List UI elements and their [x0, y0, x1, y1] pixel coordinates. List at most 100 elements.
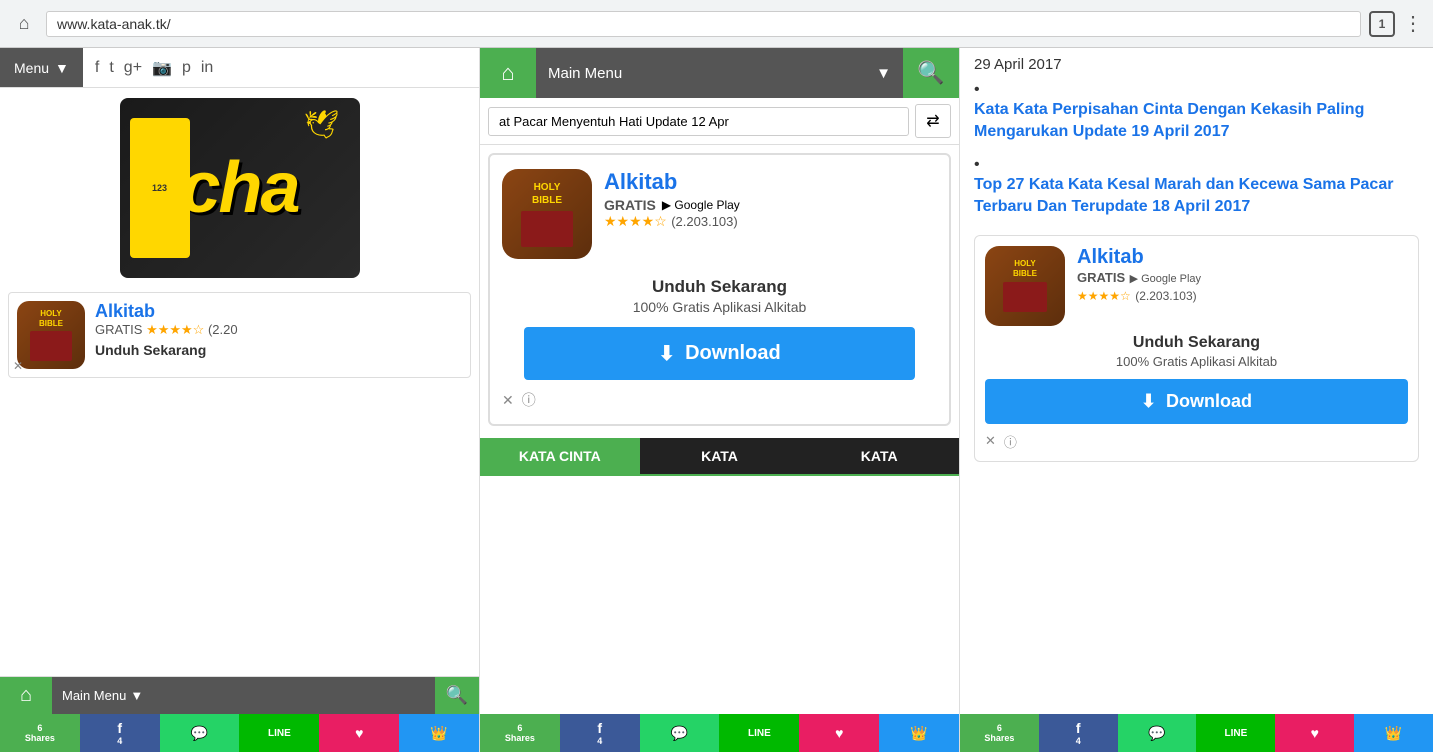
mid-shuffle-button[interactable]: ⇄ — [915, 104, 951, 138]
right-ad-close[interactable]: ✕ — [985, 433, 996, 449]
mid-wa-icon: 💬 — [671, 725, 688, 742]
mid-download-label: Download — [685, 342, 781, 365]
browser-url-bar[interactable] — [46, 11, 1361, 37]
right-share-line[interactable]: LINE — [1196, 714, 1275, 752]
bird-icon: 🕊 — [304, 108, 340, 141]
right-shares-num: 6 — [997, 723, 1002, 733]
mid-tab-kata-cinta[interactable]: KATA CINTA — [480, 438, 640, 474]
mid-share-facebook[interactable]: f 4 — [560, 714, 640, 752]
mid-ad-popup: HOLYBIBLE Alkitab GRATIS ▶ Google Play ★… — [488, 153, 951, 426]
mid-bible-book — [521, 211, 573, 247]
right-share-count: 6 Shares — [960, 714, 1039, 752]
left-panel: Menu ▼ f t g+ 📷 p in 123 cha 🕊 — [0, 48, 480, 752]
left-ad-info: Alkitab GRATIS ★★★★☆ (2.20 Unduh Sekaran… — [95, 301, 462, 358]
left-share-heart[interactable]: ♥ — [319, 714, 399, 752]
line-share-icon: LINE — [268, 728, 291, 739]
left-share-whatsapp[interactable]: 💬 — [160, 714, 240, 752]
mid-menu-arrow: ▼ — [876, 65, 891, 82]
left-logo-area: 123 cha 🕊 — [0, 88, 479, 288]
mid-home-button[interactable]: ⌂ — [480, 48, 536, 98]
right-article-2: • Top 27 Kata Kata Kesal Marah dan Kecew… — [974, 156, 1419, 219]
right-share-facebook[interactable]: f 4 — [1039, 714, 1118, 752]
mid-share-heart[interactable]: ♥ — [799, 714, 879, 752]
browser-menu-dots[interactable]: ⋮ — [1403, 11, 1423, 36]
left-menu-label: Menu — [14, 60, 49, 76]
mid-download-button[interactable]: ⬇ Download — [524, 327, 916, 380]
mid-rating: (2.203.103) — [671, 214, 738, 229]
mid-tab-kata-2[interactable]: KATA — [799, 438, 959, 474]
right-wa-icon: 💬 — [1148, 725, 1165, 742]
twitter-icon[interactable]: t — [109, 59, 113, 77]
right-bullet-1: • — [974, 81, 980, 98]
right-stars: ★★★★☆ — [1077, 289, 1131, 303]
right-bible-icon: HOLYBIBLE — [985, 246, 1065, 326]
left-share-facebook[interactable]: f 4 — [80, 714, 160, 752]
left-bottom-home[interactable]: ⌂ — [0, 677, 52, 715]
mid-shares-num: 6 — [517, 723, 522, 733]
mid-top-nav: ⌂ Main Menu ▼ 🔍 — [480, 48, 959, 98]
mid-ad-header: HOLYBIBLE Alkitab GRATIS ▶ Google Play ★… — [502, 169, 937, 259]
mid-share-whatsapp[interactable]: 💬 — [640, 714, 720, 752]
mid-share-count: 6 Shares — [480, 714, 560, 752]
right-panel: 29 April 2017 • Kata Kata Perpisahan Cin… — [960, 48, 1433, 752]
right-download-icon: ⬇ — [1141, 391, 1156, 412]
left-bottom-menu[interactable]: Main Menu ▼ — [52, 677, 435, 715]
right-article-1: • Kata Kata Perpisahan Cinta Dengan Keka… — [974, 81, 1419, 144]
mid-ad-info: Alkitab GRATIS ▶ Google Play ★★★★☆ (2.20… — [604, 169, 937, 231]
left-ad-banner: HOLYBIBLE Alkitab GRATIS ★★★★☆ (2.20 Und… — [8, 292, 471, 378]
mid-app-gratis-row: GRATIS ▶ Google Play — [604, 197, 937, 213]
mid-tab-kata-1[interactable]: KATA — [640, 438, 800, 474]
logo-text: cha — [180, 147, 298, 229]
left-share-crown[interactable]: 👑 — [399, 714, 479, 752]
mid-menu-label: Main Menu — [548, 65, 622, 82]
left-bottom-nav: ⌂ Main Menu ▼ 🔍 — [0, 676, 479, 714]
mid-tabs: KATA CINTA KATA KATA — [480, 438, 959, 476]
right-gratis-label: GRATIS — [1077, 270, 1125, 285]
mid-ad-info-icon[interactable]: ⓘ — [522, 390, 536, 410]
right-share-crown[interactable]: 👑 — [1354, 714, 1433, 752]
heart-share-icon: ♥ — [355, 725, 363, 741]
mid-ad-close[interactable]: ✕ — [502, 392, 514, 409]
pinterest-icon[interactable]: p — [182, 59, 191, 77]
left-share-line[interactable]: LINE — [239, 714, 319, 752]
right-article-link-1[interactable]: Kata Kata Perpisahan Cinta Dengan Kekasi… — [974, 99, 1419, 144]
left-menu-dropdown[interactable]: Menu ▼ — [0, 48, 83, 87]
left-ad-gratis: GRATIS ★★★★☆ (2.20 — [95, 322, 462, 338]
instagram-icon[interactable]: 📷 — [152, 58, 172, 78]
social-icons: f t g+ 📷 p in — [83, 58, 225, 78]
right-ad-info-icon[interactable]: ⓘ — [1004, 432, 1017, 451]
left-app-name: Alkitab — [95, 301, 462, 322]
mid-app-name: Alkitab — [604, 169, 937, 195]
browser-tab-count[interactable]: 1 — [1369, 11, 1395, 37]
right-article-link-2[interactable]: Top 27 Kata Kata Kesal Marah dan Kecewa … — [974, 174, 1419, 219]
right-crown-icon: 👑 — [1385, 725, 1402, 742]
facebook-icon[interactable]: f — [95, 59, 99, 77]
right-share-bar: 6 Shares f 4 💬 LINE ♥ 👑 — [960, 714, 1433, 752]
right-share-heart[interactable]: ♥ — [1275, 714, 1354, 752]
mid-download-icon: ⬇ — [658, 341, 675, 366]
left-ad-close[interactable]: ✕ — [13, 359, 23, 373]
right-download-button[interactable]: ⬇ Download — [985, 379, 1408, 424]
mid-gratis-label: GRATIS — [604, 197, 656, 213]
right-gratis-row: GRATIS ▶ Google Play — [1077, 269, 1408, 287]
mid-heart-icon: ♥ — [835, 725, 843, 741]
left-bottom-search[interactable]: 🔍 — [435, 677, 479, 715]
left-top-nav: Menu ▼ f t g+ 📷 p in — [0, 48, 479, 88]
linkedin-icon[interactable]: in — [201, 59, 213, 77]
mid-gratis-desc: 100% Gratis Aplikasi Alkitab — [633, 299, 807, 315]
left-ad-unduh: Unduh Sekarang — [95, 342, 462, 358]
mid-menu-dropdown[interactable]: Main Menu ▼ — [536, 48, 903, 98]
right-share-whatsapp[interactable]: 💬 — [1118, 714, 1197, 752]
right-ad-desc: 100% Gratis Aplikasi Alkitab — [985, 354, 1408, 369]
whatsapp-share-icon: 💬 — [191, 725, 208, 742]
right-shares-label: Shares — [984, 733, 1014, 743]
gplus-icon[interactable]: g+ — [124, 59, 142, 77]
facebook-share-icon: f — [117, 720, 122, 736]
mid-search-input[interactable] — [488, 107, 909, 136]
mid-share-line[interactable]: LINE — [719, 714, 799, 752]
browser-home-button[interactable]: ⌂ — [10, 10, 38, 38]
right-ad-footer: ✕ ⓘ — [985, 432, 1408, 451]
mid-search-button[interactable]: 🔍 — [903, 48, 959, 98]
mid-share-crown[interactable]: 👑 — [879, 714, 959, 752]
left-menu-arrow: ▼ — [55, 60, 69, 76]
